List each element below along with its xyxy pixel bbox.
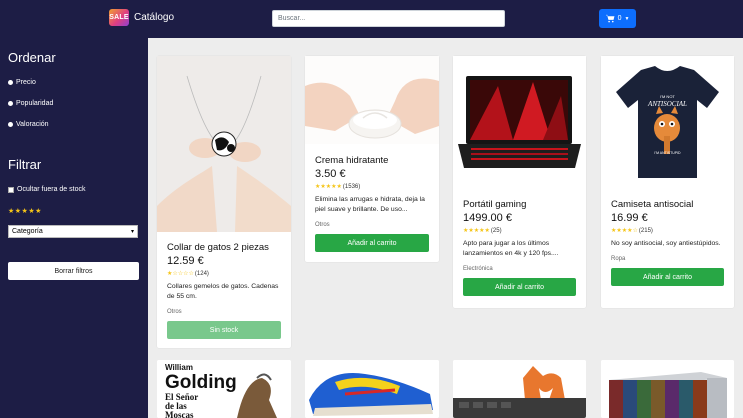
cart-count: 0 [617,15,622,22]
product-card: I'M NOT ANTISOCIAL I'M ANTISTUPID Camise… [601,56,734,308]
sneakers-image [305,360,439,418]
sort-option-label: Popularidad [16,100,54,107]
book-title-line: Moscas [165,410,194,418]
brand[interactable]: SALE Catálogo [109,9,174,26]
category-select-value: Categoría [12,228,43,235]
search-input[interactable] [272,10,505,27]
product-price: 3.50 € [315,168,346,180]
book-author-first: William [165,363,193,372]
book-image: William Golding El Señor de las Moscas [157,360,291,418]
product-info: Portátil gaming 1499.00 € ★★★★★ (25) Apto… [463,199,576,297]
laptop-image [453,56,586,188]
sort-option-label: Valoración [16,121,49,128]
out-of-stock-button[interactable]: Sin stock [167,321,281,340]
product-title[interactable]: Crema hidratante [315,155,429,166]
product-category: Otros [315,222,330,229]
hide-out-of-stock-checkbox[interactable]: Ocultar fuera de stock [8,186,85,193]
product-card-book[interactable]: William Golding El Señor de las Moscas [157,360,291,418]
rating-stars: ★★★★★ [315,184,342,190]
product-image[interactable]: I'M NOT ANTISOCIAL I'M ANTISTUPID [601,56,734,188]
app-title: Catálogo [134,12,175,23]
radio-icon [8,101,13,106]
sort-title: Ordenar [8,50,56,65]
category-select[interactable]: Categoría ▾ [8,225,138,238]
product-title[interactable]: Camiseta antisocial [611,199,724,210]
product-category: Ropa [611,256,626,263]
product-card-books-box[interactable] [601,360,734,418]
product-description: Collares gemelos de gatos. Cadenas de 55… [167,283,279,301]
product-rating: ★☆☆☆☆ (124) [167,270,281,278]
clear-filters-button[interactable]: Borrar filtros [8,262,139,280]
chevron-down-icon: ▾ [130,229,134,235]
product-card: Portátil gaming 1499.00 € ★★★★★ (25) Apto… [453,56,586,308]
cream-image [305,56,439,144]
product-title[interactable]: Collar de gatos 2 piezas [167,242,281,253]
product-image[interactable] [453,56,586,188]
shirt-print-line: ANTISOCIAL [647,100,687,108]
rating-count: (124) [194,270,209,277]
product-card-keyboard[interactable] [453,360,586,418]
shirt-print-line: I'M NOT [660,94,675,99]
product-image[interactable] [305,56,439,144]
rating-stars: ★☆☆☆☆ [167,271,194,277]
add-to-cart-button[interactable]: Añadir al carrito [463,278,576,297]
product-rating: ★★★★☆ (215) [611,227,724,235]
product-description: Elimina las arrugas e hidrata, deja la p… [315,196,425,214]
sort-option-rating[interactable]: Valoración [8,121,49,128]
keyboard-fox-image [453,360,586,418]
sort-option-popularity[interactable]: Popularidad [8,100,53,107]
product-price: 16.99 € [611,212,648,224]
radio-icon [8,122,13,127]
sort-option-price[interactable]: Precio [8,79,36,86]
sale-logo: SALE [109,9,129,26]
product-title[interactable]: Portátil gaming [463,199,576,210]
checkbox-label: Ocultar fuera de stock [17,186,86,193]
rating-count: (25) [490,227,502,234]
rating-stars: ★★★★★ [463,228,490,234]
rating-count: (215) [638,227,653,234]
product-info: Collar de gatos 2 piezas 12.59 € ★☆☆☆☆ (1… [167,242,281,340]
product-description: Apto para jugar a los últimos lanzamient… [463,240,559,258]
cart-button[interactable]: 0 ▼ [599,9,636,28]
product-card-sneakers[interactable] [305,360,439,418]
product-card: Crema hidratante 3.50 € ★★★★★ (1536) Elim… [305,56,439,262]
books-box-image [601,360,734,418]
product-price: 12.59 € [167,255,204,267]
logo-text: SALE [109,14,129,21]
rating-stars: ★★★★☆ [611,228,638,234]
product-category: Otros [167,309,182,316]
tshirt-image: I'M NOT ANTISOCIAL I'M ANTISTUPID [601,56,734,188]
sort-option-label: Precio [16,79,36,86]
product-rating: ★★★★★ (25) [463,227,576,235]
chevron-down-icon: ▼ [624,15,630,22]
necklace-image [157,56,291,232]
rating-count: (1536) [342,183,361,190]
sidebar: Ordenar Precio Popularidad Valoración Fi… [0,38,148,418]
cart-icon [605,14,614,23]
product-info: Camiseta antisocial 16.99 € ★★★★☆ (215) N… [611,199,724,287]
add-to-cart-button[interactable]: Añadir al carrito [611,268,724,287]
book-author-last: Golding [165,372,237,393]
product-card: Collar de gatos 2 piezas 12.59 € ★☆☆☆☆ (1… [157,56,291,348]
filter-title: Filtrar [8,157,42,172]
product-price: 1499.00 € [463,212,512,224]
add-to-cart-button[interactable]: Añadir al carrito [315,234,429,253]
product-description: No soy antisocial, soy antiestúpidos. [611,240,721,247]
product-rating: ★★★★★ (1536) [315,183,429,191]
product-image[interactable] [157,56,291,232]
checkbox-icon [8,186,14,193]
radio-icon [8,80,13,85]
product-category: Electrónica [463,266,493,273]
top-navbar: SALE Catálogo 0 ▼ [0,0,743,38]
shirt-print-line: I'M ANTISTUPID [654,151,681,155]
product-info: Crema hidratante 3.50 € ★★★★★ (1536) Elim… [315,155,429,253]
rating-filter-stars[interactable]: ★★★★★ [8,207,42,215]
